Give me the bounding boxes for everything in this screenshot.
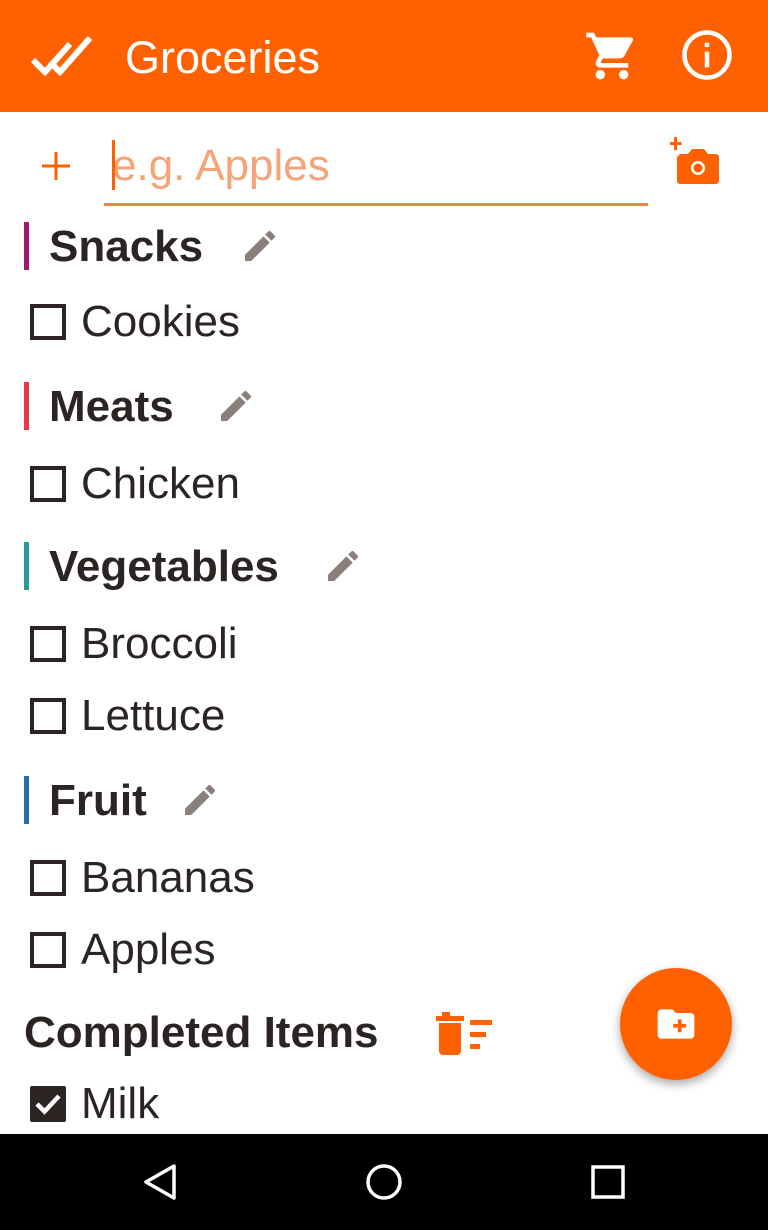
info-icon[interactable] — [680, 28, 734, 82]
section-color-bar — [24, 776, 29, 824]
item-label: Cookies — [81, 297, 240, 346]
checkbox-unchecked-icon[interactable] — [30, 626, 66, 662]
checkbox-unchecked-icon[interactable] — [30, 698, 66, 734]
checkbox-unchecked-icon[interactable] — [30, 860, 66, 896]
add-category-button[interactable] — [620, 968, 732, 1080]
checkbox-unchecked-icon[interactable] — [30, 932, 66, 968]
section-header-fruit: Fruit — [24, 776, 234, 826]
item-label: Bananas — [81, 853, 255, 902]
item-label: Broccoli — [81, 619, 238, 668]
section-color-bar — [24, 382, 29, 430]
section-name: Snacks — [49, 222, 204, 271]
section-header-meats: Meats — [24, 382, 264, 432]
app-bar: Groceries — [0, 0, 768, 112]
plus-icon[interactable] — [36, 146, 76, 186]
pencil-icon[interactable] — [180, 780, 220, 820]
add-item-row — [0, 112, 768, 208]
recents-icon[interactable] — [588, 1162, 628, 1202]
completed-items-title: Completed Items — [24, 1008, 379, 1057]
add-photo-icon[interactable] — [670, 136, 722, 188]
section-header-snacks: Snacks — [24, 222, 294, 272]
cart-icon[interactable] — [584, 28, 640, 84]
section-name: Vegetables — [49, 542, 279, 591]
pencil-icon[interactable] — [216, 386, 256, 426]
delete-sweep-icon[interactable] — [436, 1008, 496, 1056]
section-color-bar — [24, 542, 29, 590]
section-header-vegetables: Vegetables — [24, 542, 374, 592]
system-nav-bar — [0, 1134, 768, 1230]
item-label: Lettuce — [81, 691, 226, 740]
back-icon[interactable] — [140, 1162, 180, 1202]
add-item-field-wrapper — [104, 128, 648, 206]
checkbox-checked-icon[interactable] — [30, 1086, 66, 1122]
completed-items-header: Completed Items — [24, 1008, 504, 1058]
pencil-icon[interactable] — [240, 226, 280, 266]
checkbox-unchecked-icon[interactable] — [30, 304, 66, 340]
section-name: Fruit — [49, 776, 147, 825]
add-category-folder-icon — [657, 1009, 695, 1039]
section-name: Meats — [49, 382, 174, 431]
double-check-icon[interactable] — [30, 32, 94, 76]
app-title: Groceries — [125, 32, 321, 83]
pencil-icon[interactable] — [323, 546, 363, 586]
item-label: Apples — [81, 925, 216, 974]
text-cursor — [112, 140, 115, 190]
item-label: Milk — [81, 1079, 160, 1128]
checkbox-unchecked-icon[interactable] — [30, 466, 66, 502]
section-color-bar — [24, 222, 29, 270]
home-icon[interactable] — [364, 1162, 404, 1202]
add-item-input[interactable] — [112, 138, 642, 194]
item-label: Chicken — [81, 459, 240, 508]
